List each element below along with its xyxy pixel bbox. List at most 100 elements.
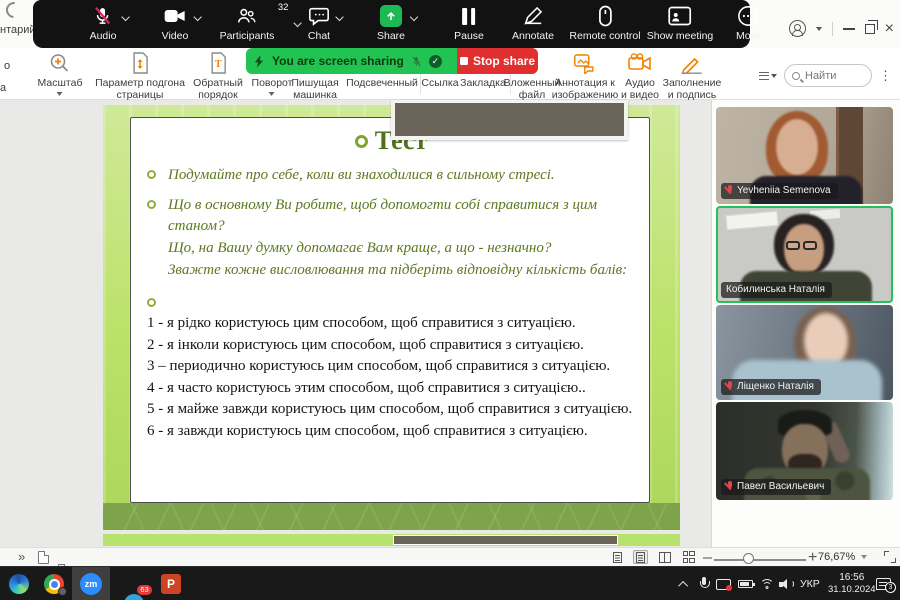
- window-controls: ×: [788, 19, 894, 37]
- tray-language-indicator[interactable]: УКР: [800, 567, 820, 600]
- zoom-show-meeting-button[interactable]: Show meeting: [647, 4, 714, 42]
- ribbon-left-fragment-1: о: [4, 60, 11, 72]
- search-input[interactable]: [805, 69, 860, 82]
- pdf-statusbar: » – + 76,67%: [0, 547, 900, 577]
- zoom-video-button[interactable]: Video: [162, 4, 202, 42]
- search-field[interactable]: [784, 64, 872, 87]
- tray-speaker-icon[interactable]: [779, 567, 794, 600]
- page-thumbnail-icon[interactable]: [38, 551, 49, 564]
- bullet-icon: [354, 134, 368, 148]
- tray-chevron[interactable]: [678, 567, 689, 600]
- close-button[interactable]: ×: [885, 20, 894, 36]
- grid-view-icon[interactable]: [681, 550, 696, 564]
- zoom-app-active[interactable]: zm: [72, 567, 110, 600]
- tray-screencast-icon[interactable]: [716, 567, 732, 600]
- tray-wifi-icon[interactable]: [760, 567, 774, 600]
- scale-item: 3 – периодично користуюсь цим способом, …: [147, 358, 611, 374]
- tray-battery-icon[interactable]: [738, 567, 755, 600]
- participant-name-label: Павел Васильевич: [721, 479, 832, 495]
- annotation-cover-rectangle[interactable]: [391, 100, 628, 140]
- minimize-button[interactable]: [842, 27, 855, 30]
- ribbon-fill-sign-tool[interactable]: Заполнение и подпись: [663, 50, 721, 101]
- chevron-down-icon[interactable]: [335, 12, 344, 22]
- stop-square-icon: [459, 57, 468, 65]
- two-page-view-icon[interactable]: [657, 550, 672, 564]
- zoom-remote-control-button[interactable]: Remote control: [569, 4, 641, 42]
- notification-count-badge: 3: [885, 582, 896, 593]
- restore-button[interactable]: [864, 19, 878, 34]
- microphone-muted-icon: [412, 56, 421, 66]
- comment-tab-fragment[interactable]: нтарий: [0, 24, 36, 36]
- zoom-in-button[interactable]: +: [808, 549, 817, 567]
- zoom-app-icon: zm: [80, 573, 102, 595]
- ribbon-image-annotation-tool[interactable]: Аннотация к изображению: [552, 50, 619, 101]
- expand-panel-icon[interactable]: »: [18, 549, 25, 564]
- fullscreen-icon[interactable]: [884, 551, 896, 563]
- zoom-slider-knob[interactable]: [743, 553, 754, 564]
- single-page-view-icon[interactable]: [610, 550, 625, 564]
- ribbon-typewriter-tool[interactable]: Пишущая машинка: [291, 77, 338, 101]
- dropdown-caret-icon: [57, 91, 63, 96]
- continuous-view-icon[interactable]: [633, 550, 648, 564]
- zoom-chat-button[interactable]: Chat: [308, 4, 344, 42]
- meeting-window-icon: [647, 4, 714, 28]
- chrome-browser-icon[interactable]: [44, 574, 67, 596]
- powerpoint-icon[interactable]: P: [161, 574, 181, 594]
- ribbon-link-tool[interactable]: Ссылка: [421, 77, 458, 90]
- pdf-document-area[interactable]: Тест Подумайте про себе, коли ви знаходи…: [0, 100, 711, 547]
- chevron-down-icon[interactable]: [409, 12, 419, 22]
- divider: [831, 21, 833, 36]
- ribbon-highlight-tool[interactable]: Подсвеченный: [346, 77, 418, 90]
- telegram-badge: 63: [137, 585, 152, 595]
- bullet-icon: [147, 200, 156, 209]
- slide-scale-list: 1 - я рідко користуюсь цим способом, щоб…: [147, 313, 652, 442]
- chevron-down-icon[interactable]: [293, 18, 302, 28]
- zoom-share-button[interactable]: Share: [377, 4, 419, 42]
- zoom-level-select[interactable]: 76,67%: [818, 551, 868, 563]
- zoom-out-button[interactable]: –: [703, 549, 712, 567]
- zoom-meeting-toolbar: Audio Video Participants 32 Chat Share P…: [33, 0, 760, 48]
- zoom-pause-button[interactable]: Pause: [454, 4, 484, 42]
- screen-sharing-banner: You are screen sharing ✓: [246, 48, 457, 74]
- account-icon[interactable]: [788, 20, 806, 37]
- zoom-participants-button[interactable]: Participants 32: [220, 2, 302, 42]
- stop-share-button[interactable]: Stop share: [457, 48, 538, 74]
- zoom-more-button[interactable]: More: [736, 4, 760, 42]
- tray-notifications-icon[interactable]: 3: [876, 567, 896, 600]
- video-tile[interactable]: Павел Васильевич: [716, 402, 893, 500]
- ribbon-audio-video-tool[interactable]: Аудио и видео: [621, 50, 659, 101]
- chevron-down-icon[interactable]: [815, 26, 822, 31]
- microphone-muted-icon: [90, 4, 117, 28]
- undo-icon[interactable]: [2, 0, 26, 22]
- image-annotation-icon: [552, 50, 619, 76]
- security-shield-icon[interactable]: ✓: [428, 54, 442, 68]
- more-ellipsis-icon: [736, 4, 760, 28]
- edge-browser-icon[interactable]: [9, 574, 29, 594]
- video-camera-icon: [621, 50, 659, 76]
- tray-microphone-icon[interactable]: [699, 567, 710, 600]
- participants-count-badge: 32: [277, 2, 289, 13]
- more-options-icon[interactable]: ⋮: [879, 69, 892, 82]
- participant-video-panel: Yevheniia Semenova Кобилинська Наталія Л…: [712, 100, 900, 547]
- video-tile[interactable]: Yevheniia Semenova: [716, 107, 893, 204]
- pencil-icon: [512, 4, 554, 28]
- participant-name-label: Yevheniia Semenova: [721, 183, 838, 199]
- zoom-slider-track[interactable]: [714, 559, 806, 561]
- chevron-down-icon[interactable]: [121, 12, 130, 22]
- sharing-bolt-icon: [254, 54, 264, 68]
- video-tile[interactable]: Ліщенко Наталія: [716, 305, 893, 400]
- chevron-down-icon[interactable]: [193, 12, 202, 22]
- windows-taskbar: zm 63 P G PDF УКР 16:56 31.10.2024 3: [0, 566, 900, 600]
- tray-clock[interactable]: 16:56 31.10.2024: [828, 567, 876, 600]
- video-tile-active-speaker[interactable]: Кобилинська Наталія: [716, 206, 893, 303]
- ribbon-bookmark-tool[interactable]: Закладка: [460, 77, 506, 90]
- ribbon-page-fit-tool[interactable]: Параметр подгона страницы: [95, 50, 185, 107]
- ribbon-reverse-order-tool[interactable]: T Обратный порядок: [193, 50, 243, 101]
- bullet-icon: [147, 298, 156, 307]
- search-options-icon[interactable]: [759, 71, 777, 80]
- next-slide-preview[interactable]: [103, 534, 680, 546]
- zoom-annotate-button[interactable]: Annotate: [512, 4, 554, 42]
- zoom-audio-button[interactable]: Audio: [90, 4, 130, 42]
- slide-bullet: Подумайте про себе, коли ви знаходилися …: [147, 165, 635, 186]
- ribbon-zoom-tool[interactable]: Масштаб: [38, 50, 82, 96]
